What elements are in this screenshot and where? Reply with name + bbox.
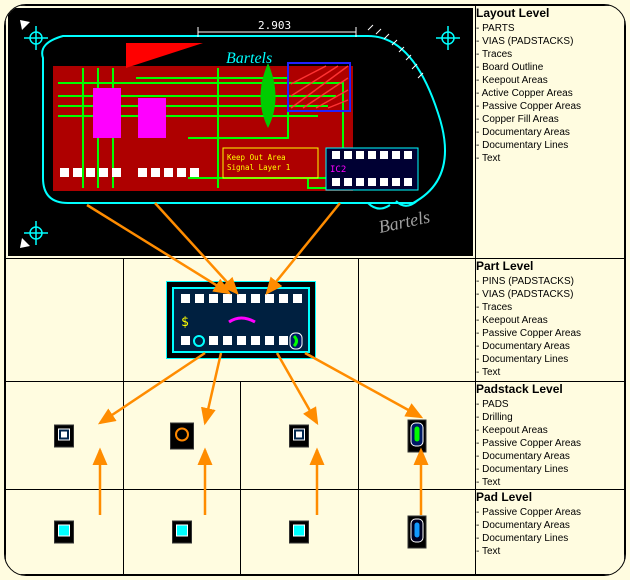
- part-chip: $: [166, 281, 316, 359]
- padstack-level-title: Padstack Level: [476, 382, 624, 396]
- layout-level-list: PARTS VIAS (PADSTACKS) Traces Board Outl…: [476, 22, 624, 165]
- dim-label: 2.903: [258, 19, 291, 32]
- padstack-level-list: PADS Drilling Keepout Areas Passive Copp…: [476, 398, 624, 489]
- pad-level-panel: Pad Level Passive Copper Areas Documenta…: [476, 490, 625, 575]
- layout-level-panel: Layout Level PARTS VIAS (PADSTACKS) Trac…: [476, 6, 625, 259]
- part-level-list: PINS (PADSTACKS) VIAS (PADSTACKS) Traces…: [476, 275, 624, 379]
- keepout-text-1: Keep Out Area: [227, 153, 286, 162]
- pad-square: [54, 521, 74, 544]
- layout-level-title: Layout Level: [476, 6, 624, 20]
- keepout-text-2: Signal Layer 1: [227, 163, 290, 172]
- pad-level-list: Passive Copper Areas Documentary Areas D…: [476, 506, 624, 558]
- pad-level-title: Pad Level: [476, 490, 624, 504]
- padstack-square-2: [289, 424, 309, 447]
- part-level-panel: Part Level PINS (PADSTACKS) VIAS (PADSTA…: [476, 259, 625, 382]
- ic2-label: IC2: [330, 165, 346, 175]
- padstack-circle: [170, 422, 194, 449]
- part-level-title: Part Level: [476, 259, 624, 273]
- chip-dollar: $: [181, 315, 189, 330]
- padstack-oval: [407, 419, 426, 452]
- padstack-level-panel: Padstack Level PADS Drilling Keepout Are…: [476, 382, 625, 490]
- pad-square-3: [289, 521, 309, 544]
- brand-bottom: Bartels: [377, 207, 432, 237]
- pcb-layout-canvas: Keep Out Area Signal Layer 1 IC2: [8, 8, 473, 256]
- pad-square-2: [172, 521, 192, 544]
- padstack-square: [54, 424, 74, 447]
- brand-top: Bartels: [226, 50, 272, 67]
- pad-oval: [407, 516, 426, 549]
